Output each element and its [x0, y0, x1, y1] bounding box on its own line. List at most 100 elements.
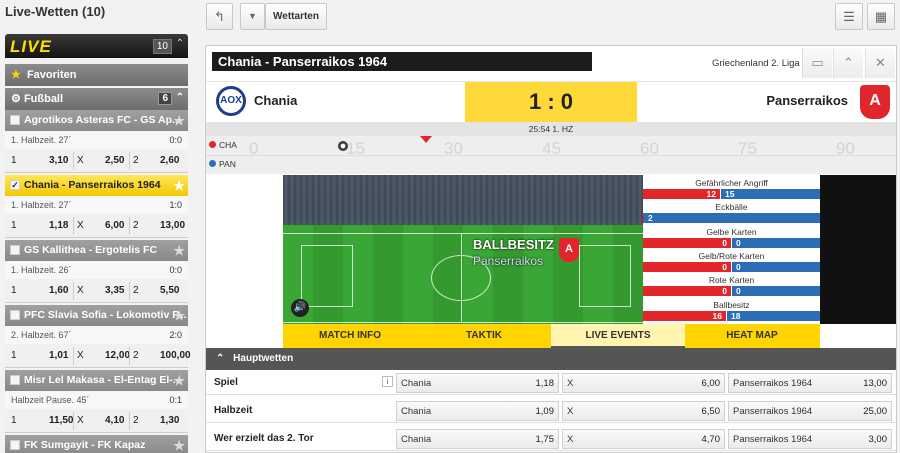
- match-status-row: 1. Halbzeit. 27´ 1:0: [5, 196, 188, 214]
- bet-name: Halbzeit: [214, 405, 253, 416]
- stat-away-bar: 0: [732, 286, 820, 297]
- bet-option-odd: 13,00: [863, 378, 887, 389]
- odd-home[interactable]: 1,18: [49, 220, 68, 231]
- live-header[interactable]: LIVE 10 ⌃: [5, 34, 188, 58]
- match-score: 0:0: [169, 265, 182, 275]
- match-checkbox[interactable]: [10, 440, 20, 450]
- chevron-up-icon[interactable]: ⌃: [176, 92, 184, 103]
- bet-option-away[interactable]: Panserraikos 1964 3,00: [728, 429, 892, 449]
- odd-label-draw: X: [77, 415, 84, 426]
- bet-option-label: X: [567, 378, 574, 389]
- match-item: FK Sumgayit - FK Kapaz ★: [5, 435, 188, 453]
- close-button[interactable]: ✕: [865, 48, 895, 78]
- bet-option-home[interactable]: Chania 1,18: [396, 373, 559, 393]
- timeline-tick: 15: [346, 139, 365, 158]
- odd-draw[interactable]: 6,00: [105, 220, 124, 231]
- screen-toggle-button[interactable]: ▭: [802, 48, 832, 78]
- timeline-home: CHA: [209, 140, 237, 150]
- wettarten-button[interactable]: Wettarten: [265, 3, 327, 30]
- match-teams: Agrotikos Asteras FC - GS Ap...: [24, 114, 181, 126]
- chevron-up-icon: ⌃: [843, 55, 854, 70]
- tab-heat-map[interactable]: HEAT MAP: [685, 324, 819, 348]
- scoreboard: AOX Chania 1 : 0 Panserraikos A: [206, 81, 896, 122]
- star-icon[interactable]: ★: [173, 113, 185, 129]
- chevron-down-icon: ▼: [248, 11, 257, 21]
- football-label: Fußball: [23, 93, 64, 105]
- odd-away[interactable]: 2,60: [160, 155, 179, 166]
- football-header[interactable]: ⚙ Fußball 6 ⌃: [5, 88, 188, 110]
- match-score: 1:0: [169, 200, 182, 210]
- odd-home[interactable]: 3,10: [49, 155, 68, 166]
- away-dot-icon: [209, 160, 216, 167]
- bet-option-home[interactable]: Chania 1,09: [396, 401, 559, 421]
- dropdown-toggle-button[interactable]: ▼: [240, 3, 265, 30]
- match-checkbox[interactable]: [10, 310, 20, 320]
- tab-live-events[interactable]: LIVE EVENTS: [551, 324, 685, 348]
- match-header[interactable]: FK Sumgayit - FK Kapaz ★: [5, 435, 188, 453]
- odd-draw[interactable]: 4,10: [105, 415, 124, 426]
- match-header[interactable]: ✓ Chania - Panserraikos 1964 ★: [5, 175, 188, 196]
- stat-home-bar: 0: [643, 237, 731, 248]
- info-icon[interactable]: i: [382, 376, 393, 387]
- odds-divider: [129, 217, 130, 235]
- timeline-tick: 75: [738, 139, 757, 158]
- hauptwetten-header[interactable]: ⌃ Hauptwetten: [206, 348, 896, 370]
- sound-button[interactable]: 🔊: [291, 299, 309, 317]
- grid-view-button[interactable]: ▦: [867, 3, 895, 30]
- chevron-up-icon[interactable]: ⌃: [176, 38, 184, 49]
- match-panel: Chania - Panserraikos 1964 Griechenland …: [205, 45, 897, 453]
- bet-option-draw[interactable]: X 6,00: [562, 373, 725, 393]
- favorites-header[interactable]: ★ Favoriten: [5, 64, 188, 86]
- speaker-icon: 🔊: [293, 302, 307, 313]
- match-checkbox[interactable]: [10, 375, 20, 385]
- tab-taktik[interactable]: TAKTIK: [417, 324, 551, 348]
- match-checkbox[interactable]: [10, 245, 20, 255]
- odd-label-draw: X: [77, 350, 84, 361]
- odd-draw[interactable]: 3,35: [105, 285, 124, 296]
- odd-away[interactable]: 13,00: [160, 220, 185, 231]
- back-button[interactable]: ↰: [206, 3, 233, 30]
- bet-option-away[interactable]: Panserraikos 1964 25,00: [728, 401, 892, 421]
- tab-match-info[interactable]: MATCH INFO: [283, 324, 417, 348]
- bet-option-label: Panserraikos 1964: [733, 378, 813, 389]
- football-count-badge: 6: [158, 92, 172, 105]
- bet-option-away[interactable]: Panserraikos 1964 13,00: [728, 373, 892, 393]
- match-header[interactable]: Misr Lel Makasa - El-Entag El-... ★: [5, 370, 188, 391]
- odd-draw[interactable]: 2,50: [105, 155, 124, 166]
- match-stats: Gefährlicher Angriff 12 15 Eckbälle 2 Gelb…: [643, 175, 820, 324]
- odd-home[interactable]: 1,60: [49, 285, 68, 296]
- stat-label: Gelbe Karten: [706, 226, 757, 237]
- star-icon[interactable]: ★: [173, 178, 185, 194]
- star-icon[interactable]: ★: [173, 438, 185, 453]
- grid-icon: ▦: [874, 9, 888, 24]
- odd-away[interactable]: 5,50: [160, 285, 179, 296]
- bet-option-odd: 3,00: [868, 434, 888, 445]
- odd-label-home: 1: [11, 415, 17, 426]
- star-icon[interactable]: ★: [173, 243, 185, 259]
- odd-away[interactable]: 100,00: [160, 350, 191, 361]
- match-header[interactable]: PFC Slavia Sofia - Lokomotiv P... ★: [5, 305, 188, 326]
- odd-draw[interactable]: 12,00: [105, 350, 130, 361]
- collapse-button[interactable]: ⌃: [833, 48, 863, 78]
- odds-divider: [73, 282, 74, 300]
- bet-option-draw[interactable]: X 6,50: [562, 401, 725, 421]
- odd-home[interactable]: 11,50: [49, 415, 73, 426]
- odd-home[interactable]: 1,01: [49, 350, 68, 361]
- star-icon[interactable]: ★: [173, 308, 185, 324]
- match-checkbox[interactable]: [10, 115, 20, 125]
- bet-option-label: Panserraikos 1964: [733, 434, 813, 445]
- stat-label: Rote Karten: [708, 275, 755, 286]
- bet-option-home[interactable]: Chania 1,75: [396, 429, 559, 449]
- bet-option-draw[interactable]: X 4,70: [562, 429, 725, 449]
- gear-icon: ⚙: [11, 93, 21, 105]
- star-icon[interactable]: ★: [173, 373, 185, 389]
- match-header[interactable]: GS Kallithea - Ergotelis FC ★: [5, 240, 188, 261]
- penalty-box-left: [301, 245, 353, 307]
- match-header[interactable]: Agrotikos Asteras FC - GS Ap... ★: [5, 110, 188, 131]
- odd-away[interactable]: 1,30: [160, 415, 179, 426]
- match-checkbox[interactable]: ✓: [10, 180, 20, 190]
- odd-label-away: 2: [133, 220, 139, 231]
- list-view-button[interactable]: ☰: [835, 3, 863, 30]
- match-item: Misr Lel Makasa - El-Entag El-... ★ Halb…: [5, 370, 188, 433]
- match-status: 2. Halbzeit. 67´: [11, 330, 72, 340]
